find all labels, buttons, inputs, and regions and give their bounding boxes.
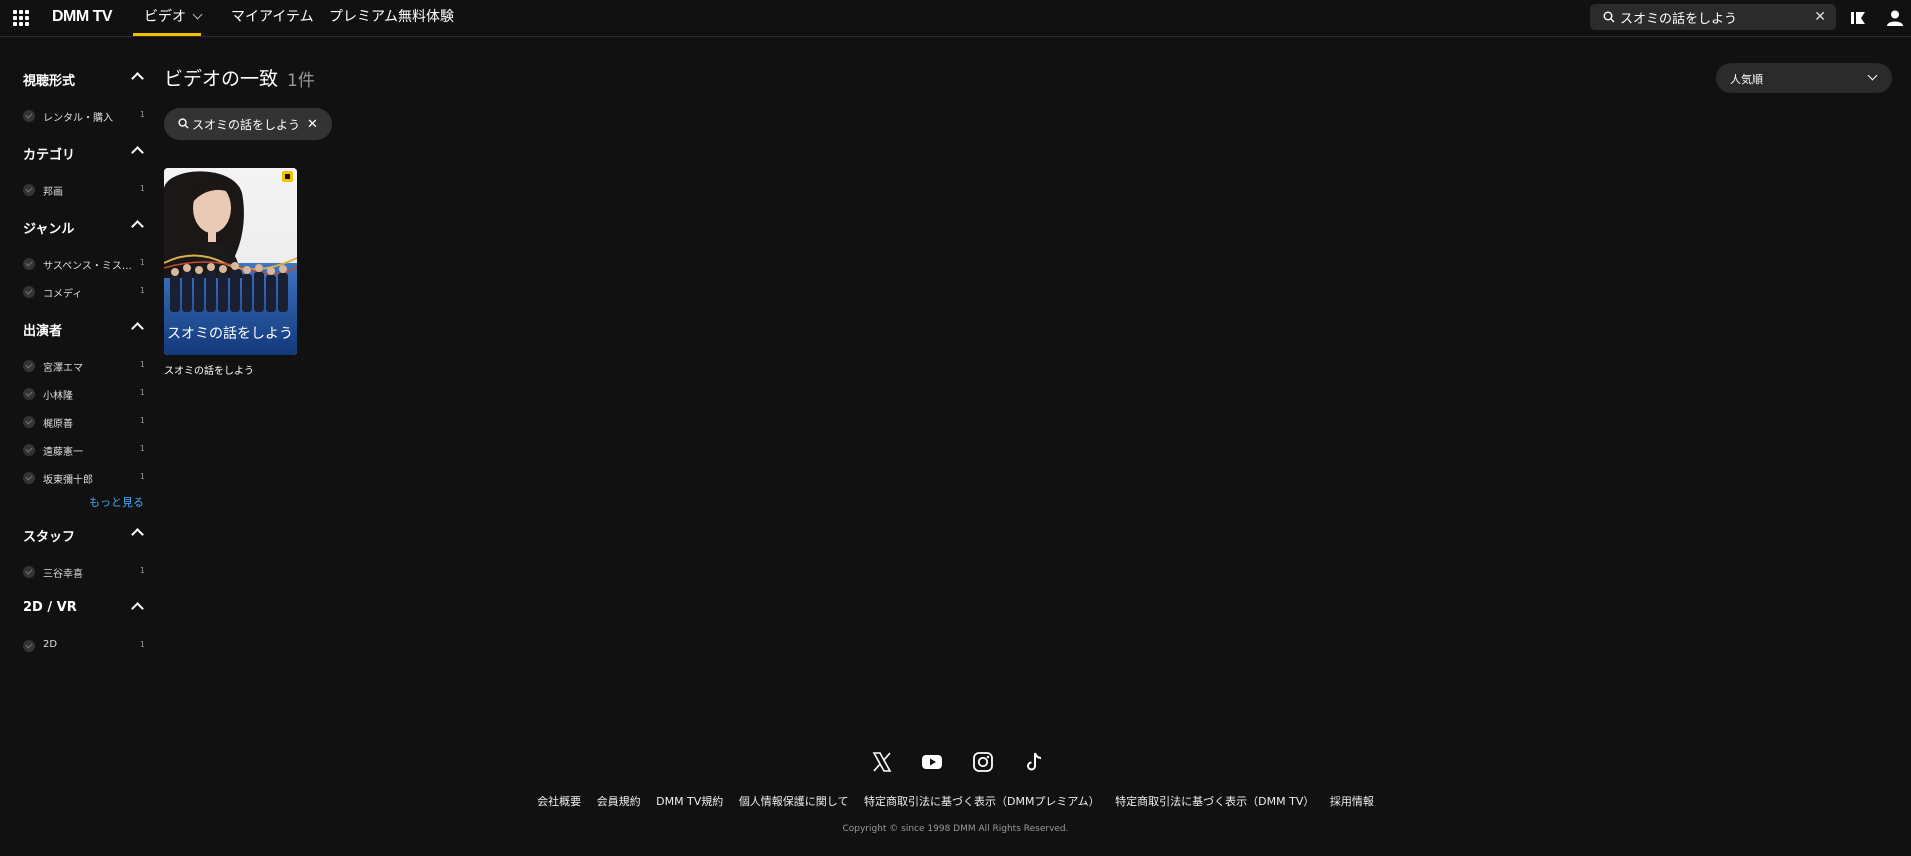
- chevron-up-icon[interactable]: [131, 602, 144, 615]
- filter-item-label: レンタル・購入: [43, 113, 113, 124]
- section-title-viewing-format: 視聴形式: [23, 74, 76, 89]
- check-icon: [23, 388, 35, 400]
- top-header: DMM TV ビデオ マイアイテム プレミアム無料体験 ✕: [0, 0, 1911, 37]
- filter-item-japanese-film[interactable]: 邦画 1: [23, 182, 148, 198]
- check-icon: [23, 286, 35, 298]
- chevron-up-icon[interactable]: [131, 72, 144, 85]
- filter-item-comedy[interactable]: コメディ 1: [23, 284, 148, 300]
- filter-item-label: 遠藤憲一: [43, 447, 83, 458]
- filter-item-cast[interactable]: 宮澤エマ 1: [23, 358, 148, 374]
- filter-item-cast[interactable]: 遠藤憲一 1: [23, 442, 148, 458]
- apps-grid-icon[interactable]: [13, 10, 29, 26]
- search-query-chip: スオミの話をしよう ✕: [164, 108, 332, 140]
- library-icon[interactable]: [1850, 9, 1868, 27]
- chevron-down-icon: [192, 9, 203, 20]
- filter-item-count: 1: [139, 566, 145, 575]
- search-bar: ✕: [1590, 4, 1836, 30]
- search-icon: [178, 118, 189, 129]
- check-icon: [23, 184, 35, 196]
- filter-item-count: 1: [139, 184, 145, 193]
- check-icon: [23, 258, 35, 270]
- results-count: 1件: [287, 71, 315, 91]
- footer-link-privacy[interactable]: 個人情報保護に関して: [739, 795, 849, 808]
- chevron-up-icon[interactable]: [131, 146, 144, 159]
- results-title: ビデオの一致: [164, 68, 279, 90]
- section-title-genre: ジャンル: [23, 222, 75, 237]
- filter-item-count: 1: [139, 472, 145, 481]
- copyright-text: Copyright © since 1998 DMM All Rights Re…: [842, 824, 1069, 834]
- filter-item-count: 1: [139, 640, 145, 649]
- tab-video[interactable]: ビデオ: [133, 0, 203, 36]
- footer-links: 会社概要 会員規約 DMM TV規約 個人情報保護に関して 特定商取引法に基づく…: [0, 793, 1911, 809]
- chevron-up-icon[interactable]: [131, 322, 144, 335]
- filter-item-cast[interactable]: 梶原善 1: [23, 414, 148, 430]
- filter-item-suspense[interactable]: サスペンス・ミステリー 1: [23, 256, 148, 272]
- filter-item-label: 梶原善: [43, 419, 73, 430]
- filter-item-2d[interactable]: 2D 1: [23, 638, 148, 652]
- poster-image: スオミの話をしよう: [164, 168, 297, 355]
- youtube-icon[interactable]: [921, 751, 943, 773]
- check-icon: [23, 110, 35, 122]
- section-title-cast: 出演者: [23, 324, 63, 339]
- filter-item-label: 坂東彌十郎: [43, 475, 93, 486]
- chevron-up-icon[interactable]: [131, 220, 144, 233]
- filter-item-label: サスペンス・ミステリー: [43, 261, 135, 272]
- filter-item-count: 1: [139, 416, 145, 425]
- filter-item-label: コメディ: [43, 289, 83, 300]
- instagram-icon[interactable]: [972, 751, 994, 773]
- tab-video-label: ビデオ: [144, 9, 186, 25]
- dmm-tv-logo[interactable]: DMM TV: [52, 8, 113, 26]
- filter-item-count: 1: [139, 258, 145, 267]
- section-title-staff: スタッフ: [23, 530, 76, 545]
- check-icon: [23, 566, 35, 578]
- tab-premium-trial[interactable]: プレミアム無料体験: [329, 0, 454, 36]
- filter-item-staff[interactable]: 三谷幸喜 1: [23, 564, 148, 580]
- footer-link-company[interactable]: 会社概要: [537, 795, 581, 808]
- chip-label: スオミの話をしよう: [192, 117, 301, 132]
- search-input[interactable]: [1620, 7, 1800, 27]
- check-icon: [23, 444, 35, 456]
- filter-item-cast[interactable]: 坂東彌十郎 1: [23, 470, 148, 486]
- check-icon: [23, 640, 35, 652]
- tiktok-icon[interactable]: [1023, 751, 1045, 773]
- filter-item-label: 宮澤エマ: [43, 363, 83, 374]
- filter-item-rental[interactable]: レンタル・購入 1: [23, 108, 148, 124]
- footer-link-dmm-tv-terms[interactable]: DMM TV規約: [656, 795, 723, 808]
- result-card-title: スオミの話をしよう: [164, 366, 254, 377]
- check-icon: [23, 360, 35, 372]
- clear-search-icon[interactable]: ✕: [1814, 9, 1826, 25]
- chevron-down-icon: [1867, 70, 1878, 81]
- section-title-2d-vr: 2D / VR: [23, 600, 77, 615]
- filter-item-count: 1: [139, 388, 145, 397]
- footer-link-terms[interactable]: 会員規約: [597, 795, 641, 808]
- filter-item-label: 三谷幸喜: [43, 569, 83, 580]
- filter-item-count: 1: [139, 110, 145, 119]
- result-card[interactable]: スオミの話をしよう スオミの話をしよう: [164, 168, 297, 377]
- tab-my-items[interactable]: マイアイテム: [231, 0, 314, 36]
- chip-close-icon[interactable]: ✕: [307, 117, 318, 132]
- sort-label: 人気順: [1730, 73, 1763, 86]
- search-icon: [1603, 11, 1615, 23]
- x-icon[interactable]: [871, 751, 893, 773]
- check-icon: [23, 472, 35, 484]
- footer-link-commerce-dmm-tv[interactable]: 特定商取引法に基づく表示（DMM TV）: [1115, 795, 1314, 808]
- footer-link-commerce-premium[interactable]: 特定商取引法に基づく表示（DMMプレミアム）: [864, 795, 1100, 808]
- account-icon[interactable]: [1886, 9, 1904, 27]
- filter-item-label: 2D: [43, 639, 58, 650]
- sort-dropdown[interactable]: 人気順: [1716, 63, 1892, 93]
- check-icon: [23, 416, 35, 428]
- footer-link-careers[interactable]: 採用情報: [1330, 795, 1374, 808]
- show-more-link[interactable]: もっと見る: [89, 494, 144, 510]
- filter-item-count: 1: [139, 444, 145, 453]
- filter-item-label: 邦画: [43, 187, 63, 198]
- filter-item-cast[interactable]: 小林隆 1: [23, 386, 148, 402]
- section-title-category: カテゴリ: [23, 148, 76, 163]
- poster-title-text: スオミの話をしよう: [167, 325, 293, 342]
- filter-item-label: 小林隆: [43, 391, 73, 402]
- filter-item-count: 1: [139, 286, 145, 295]
- chevron-up-icon[interactable]: [131, 528, 144, 541]
- filter-item-count: 1: [139, 360, 145, 369]
